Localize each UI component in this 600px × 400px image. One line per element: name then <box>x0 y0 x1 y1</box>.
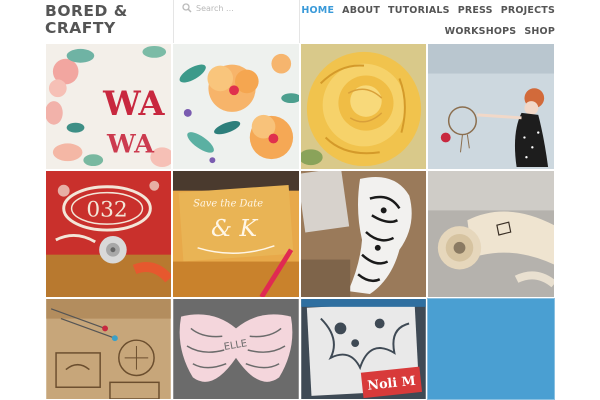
svg-text:WA: WA <box>106 129 155 159</box>
project-grid: WA WA 032 Save the Date & K ELLE Noli M <box>45 43 555 400</box>
empty-tile <box>427 298 555 400</box>
ribbon-image <box>428 171 554 297</box>
stamp-image: 032 <box>46 171 171 297</box>
project-tile-save-the-date[interactable]: Save the Date & K <box>172 170 300 298</box>
papercut-wings-image: ELLE <box>173 299 299 399</box>
nav-item-press[interactable]: PRESS <box>458 5 493 26</box>
embroidery-image <box>301 171 426 297</box>
project-tile-embroidery[interactable] <box>300 170 427 298</box>
watercolor-flowers-image <box>173 44 299 169</box>
search-box <box>173 0 300 43</box>
site-header: BORED & CRAFTY HOME ABOUT TUTORIALS PRES… <box>0 0 600 43</box>
search-input[interactable] <box>196 1 294 15</box>
papercut-card-image: Noli M <box>301 299 426 399</box>
watercolor-lettering-image: WA WA <box>46 44 171 169</box>
project-tile-watercolor-flowers[interactable] <box>172 43 300 170</box>
main-nav: HOME ABOUT TUTORIALS PRESS PROJECTS WORK… <box>301 5 555 47</box>
nav-item-about[interactable]: ABOUT <box>342 5 380 26</box>
project-tile-illustration[interactable] <box>427 43 555 170</box>
stamp-number-text: 032 <box>86 197 127 222</box>
project-tile-papercut-card[interactable]: Noli M <box>300 298 427 400</box>
save-the-date-image: Save the Date & K <box>173 171 299 297</box>
project-tile-yellow-rose[interactable] <box>300 43 427 170</box>
initials-text: & K <box>211 214 259 242</box>
save-date-text: Save the Date <box>193 198 263 209</box>
project-tile-watercolor-lettering[interactable]: WA WA <box>45 43 172 170</box>
search-icon <box>182 3 192 13</box>
kraft-stamps-image <box>46 299 171 399</box>
illustration-image <box>428 44 554 169</box>
nav-item-tutorials[interactable]: TUTORIALS <box>388 5 450 26</box>
project-tile-kraft-stamps[interactable] <box>45 298 172 400</box>
project-tile-stamp[interactable]: 032 <box>45 170 172 298</box>
watercolor-lettering-text: WA <box>102 84 165 123</box>
project-tile-ribbon[interactable] <box>427 170 555 298</box>
nav-row-1: HOME ABOUT TUTORIALS PRESS PROJECTS <box>301 5 555 26</box>
nav-item-home[interactable]: HOME <box>301 5 334 26</box>
site-logo[interactable]: BORED & CRAFTY <box>45 3 173 37</box>
nav-item-projects[interactable]: PROJECTS <box>501 5 555 26</box>
yellow-rose-image <box>301 44 426 169</box>
project-tile-papercut-wings[interactable]: ELLE <box>172 298 300 400</box>
